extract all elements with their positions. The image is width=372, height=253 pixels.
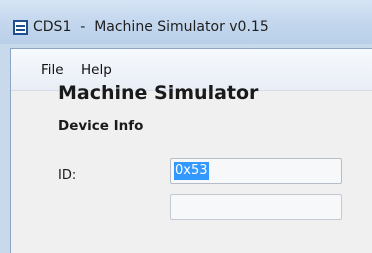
app-window-icon[interactable] bbox=[13, 20, 28, 35]
id-input[interactable]: 0x53 bbox=[170, 158, 342, 184]
app-heading: Machine Simulator bbox=[58, 82, 259, 104]
id-input-selected-text[interactable]: 0x53 bbox=[174, 162, 209, 180]
window-title: CDS1 - Machine Simulator v0.15 bbox=[33, 19, 269, 35]
application-window: CDS1 - Machine Simulator v0.15 File Help… bbox=[0, 0, 372, 253]
title-bar[interactable]: CDS1 - Machine Simulator v0.15 bbox=[0, 0, 372, 44]
menu-file[interactable]: File bbox=[39, 60, 66, 80]
next-field-input[interactable] bbox=[170, 194, 342, 220]
window-client-area: File Help bbox=[10, 48, 372, 253]
menu-help[interactable]: Help bbox=[79, 60, 114, 80]
section-heading-device-info: Device Info bbox=[58, 118, 144, 134]
id-field-label: ID: bbox=[58, 168, 77, 183]
